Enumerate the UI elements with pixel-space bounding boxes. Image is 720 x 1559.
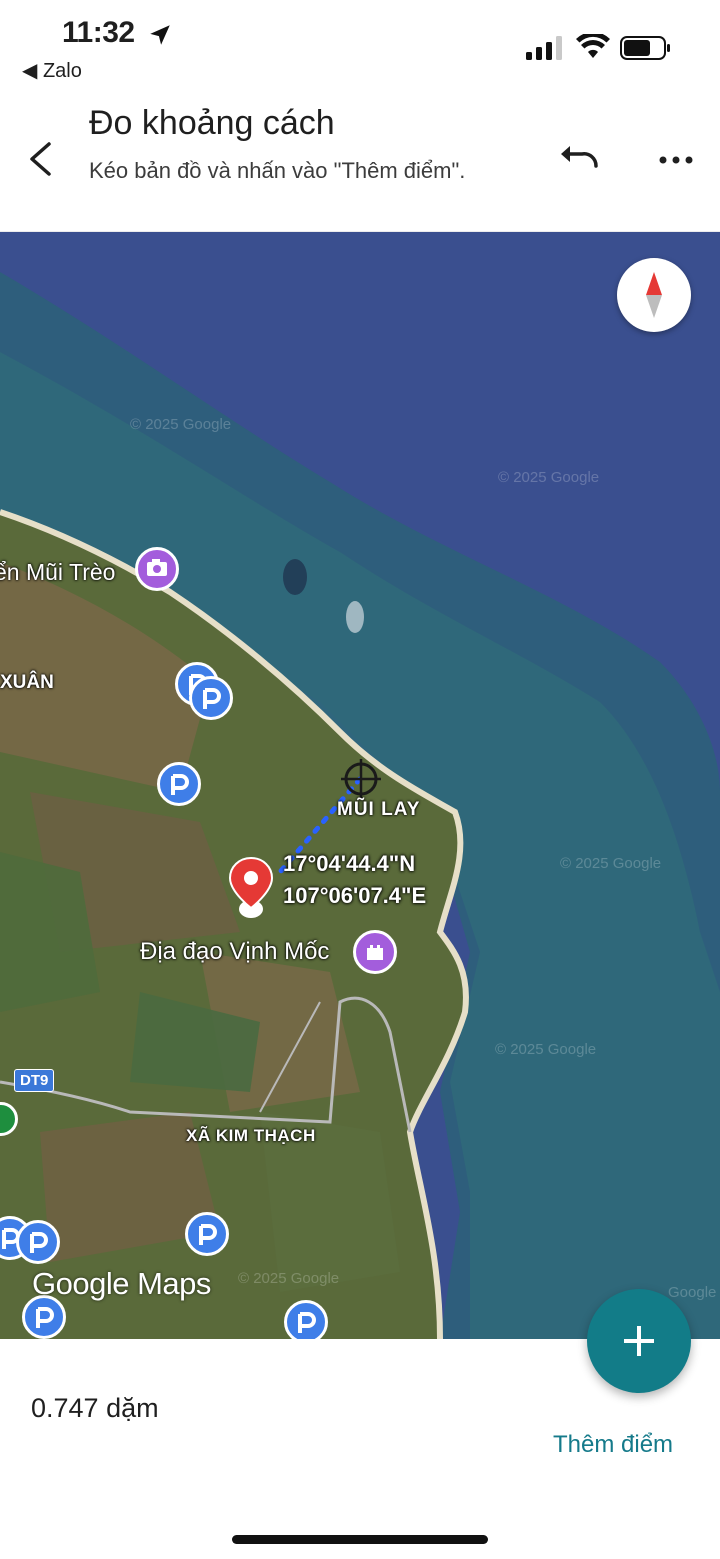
distance-value: 0.747 dặm (31, 1393, 159, 1423)
compass-icon (646, 272, 662, 318)
add-point-button[interactable] (587, 1289, 691, 1393)
map-view[interactable]: © 2025 Google © 2025 Google © 2025 Googl… (0, 232, 720, 1339)
route-badge: DT9 (14, 1069, 55, 1092)
status-time: 11:32 (62, 16, 135, 49)
add-point-link[interactable]: Thêm điểm (553, 1431, 673, 1459)
longitude-text: 107°06'07.4"E (283, 883, 427, 908)
parking-poi-icon[interactable] (189, 676, 233, 720)
wifi-icon (576, 34, 610, 58)
compass-button[interactable] (617, 258, 691, 332)
map-watermark: © 2025 Google (238, 1270, 340, 1287)
google-maps-logo: Google Maps (32, 1266, 211, 1301)
page-subtitle: Kéo bản đồ và nhấn vào "Thêm điểm". (89, 158, 466, 183)
place-label: XÃ KIM THẠCH (186, 1126, 316, 1145)
map-watermark: Google (668, 1284, 717, 1301)
location-arrow-icon (150, 25, 170, 45)
home-indicator[interactable] (232, 1535, 488, 1544)
location-pin-icon[interactable] (226, 856, 276, 924)
landmark-poi-icon[interactable] (353, 930, 397, 974)
app-header: Đo khoảng cách Kéo bản đồ và nhấn vào "T… (0, 90, 720, 232)
undo-icon[interactable] (556, 140, 604, 180)
map-watermark: © 2025 Google (560, 855, 662, 872)
battery-icon (620, 36, 670, 60)
back-to-app-link[interactable]: ◀ Zalo (22, 58, 82, 83)
latitude-text: 17°04'44.4"N (283, 851, 416, 876)
place-label[interactable]: Địa đạo Vịnh Mốc (140, 938, 329, 966)
more-options-icon[interactable] (652, 140, 700, 180)
parking-poi-icon[interactable] (16, 1220, 60, 1264)
camera-poi-icon[interactable] (135, 547, 179, 591)
back-arrow-icon[interactable] (22, 136, 62, 182)
place-label[interactable]: ển Mũi Trèo (0, 559, 115, 586)
parking-poi-icon[interactable] (157, 762, 201, 806)
map-watermark: © 2025 Google (130, 416, 232, 433)
page-title: Đo khoảng cách (89, 104, 335, 142)
satellite-imagery (0, 232, 720, 1339)
map-watermark: © 2025 Google (498, 469, 600, 486)
coordinate-readout: 17°04'44.4"N 107°06'07.4"E (283, 848, 426, 912)
cellular-signal-icon (526, 36, 562, 60)
parking-poi-icon[interactable] (284, 1300, 328, 1339)
parking-poi-icon[interactable] (185, 1212, 229, 1256)
place-label: XUÂN (0, 672, 54, 693)
place-label: MŨI LAY (337, 799, 421, 820)
map-watermark: © 2025 Google (495, 1041, 597, 1058)
status-bar: 11:32 ◀ Zalo (0, 0, 720, 90)
